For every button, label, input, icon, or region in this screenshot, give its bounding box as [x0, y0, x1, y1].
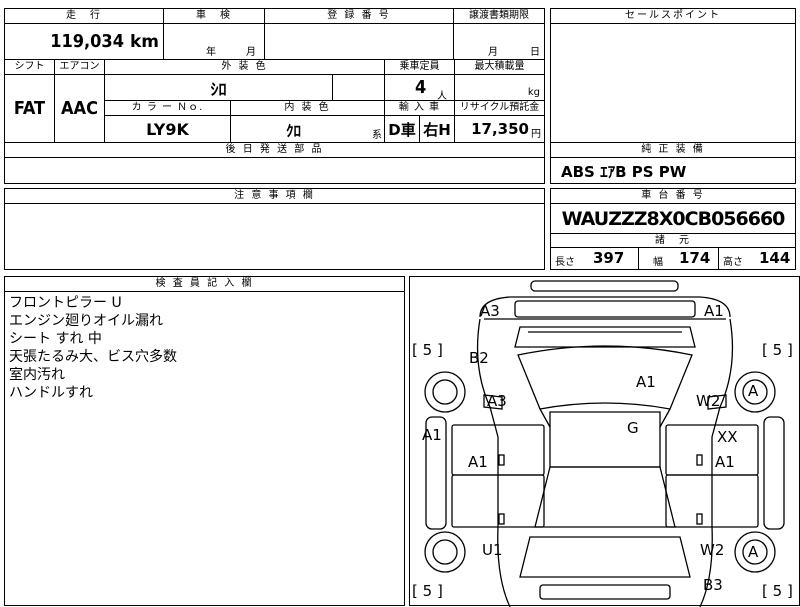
inspection-year: 年 [206, 47, 216, 58]
sales-point-box: セールスポイント [550, 8, 796, 143]
recycle-value: 17,350 [471, 120, 529, 138]
import-label: 輸 入 車 [385, 101, 455, 116]
tread-front-right: [ 5 ] [762, 341, 793, 359]
mark-a1-right-door: A1 [715, 453, 735, 471]
recycle-label: リサイクル預託金 [455, 101, 544, 116]
mark-a1-left-door: A1 [468, 453, 488, 471]
inspector-note: シート すれ 中 [9, 331, 102, 347]
registration-box: 登 録 番 号 [264, 8, 454, 60]
transfer-doc-label: 譲渡書類期限 [454, 9, 544, 24]
color-no-label: カ ラ ー Ｎｏ. [105, 101, 231, 116]
equipment-box: 純 正 装 備 ABS ｴｱB PS PW [550, 142, 796, 184]
mark-a3-left-fender: A3 [487, 392, 507, 410]
dims-label: 諸 元 [551, 234, 795, 248]
sales-point-label: セールスポイント [551, 9, 795, 24]
car-outline-svg [424, 280, 785, 607]
width-value: 174 [679, 249, 711, 267]
tread-rear-left: [ 5 ] [412, 582, 443, 600]
exterior-extra [333, 75, 385, 101]
caution-box: 注 意 事 項 欄 [4, 188, 545, 270]
interior-suffix: 系 [372, 130, 382, 141]
transfer-month: 月 [488, 47, 498, 58]
shift-value: FAT [13, 98, 46, 119]
capacity-label: 乗車定員 [385, 60, 455, 75]
inspector-note: 室内汚れ [9, 367, 65, 383]
mark-g-roof: G [627, 419, 639, 437]
interior-label: 内 装 色 [231, 101, 385, 116]
mark-b2: B2 [469, 349, 489, 367]
color-no-value: LY9K [146, 119, 189, 139]
mileage-unit: km [129, 31, 159, 52]
mileage-box: 走 行 119,034 km [4, 8, 164, 60]
equipment-value: ABS ｴｱB PS PW [561, 163, 687, 181]
inspector-note: エンジン廻りオイル漏れ [9, 313, 163, 329]
capacity-unit: 人 [437, 91, 447, 102]
transfer-day: 日 [530, 47, 540, 58]
mark-a1-left-side: A1 [422, 426, 442, 444]
mark-b3: B3 [703, 576, 723, 594]
transfer-doc-box: 譲渡書類期限 月 日 [453, 8, 545, 60]
mark-u1: U1 [482, 541, 503, 559]
mileage-value: 119,034 [50, 31, 124, 52]
chassis-label: 車 台 番 号 [551, 189, 795, 204]
later-parts-box: 後 日 発 送 部 品 [4, 142, 545, 184]
tire-front-right-mark: A [748, 382, 759, 400]
chassis-value: WAUZZZ8X0CB056660 [561, 207, 786, 230]
import-dealer: D車 [388, 120, 416, 139]
inspector-note: 天張たるみ大、ビス穴多数 [9, 349, 177, 365]
inspection-label: 車 検 [164, 9, 264, 24]
mark-w2-front: W2 [696, 392, 721, 410]
height-label: 高さ [723, 257, 743, 268]
inspector-label: 検 査 員 記 入 欄 [5, 277, 404, 292]
aircon-label: エアコン [55, 60, 105, 75]
mark-a1-windshield: A1 [636, 373, 656, 391]
chassis-box: 車 台 番 号 WAUZZZ8X0CB056660 諸 元 長さ 397 幅 1… [550, 188, 796, 270]
handle-side: 右H [423, 120, 451, 139]
vehicle-diagram: A3 A1 B2 A3 A1 W2 G A1 A1 XX A1 U1 W2 B3… [409, 276, 800, 607]
inspector-note: ハンドルすれ [9, 385, 93, 401]
maxload-unit: kg [527, 87, 540, 98]
mark-a3-front-left: A3 [480, 302, 500, 320]
recycle-unit: 円 [531, 128, 541, 140]
inspector-note: フロントピラー U [9, 295, 122, 311]
height-value: 144 [759, 249, 791, 267]
length-value: 397 [593, 249, 625, 267]
equipment-label: 純 正 装 備 [551, 143, 795, 158]
tread-front-left: [ 5 ] [412, 341, 443, 359]
exterior-value: ｼﾛ [210, 79, 227, 99]
width-label: 幅 [653, 257, 663, 268]
caution-label: 注 意 事 項 欄 [5, 189, 544, 204]
capacity-value: 4 [415, 77, 427, 98]
exterior-label: 外 装 色 [105, 60, 385, 75]
later-parts-label: 後 日 発 送 部 品 [5, 143, 544, 158]
inspector-box: 検 査 員 記 入 欄 フロントピラー U エンジン廻りオイル漏れ シート すれ… [4, 276, 405, 606]
mark-w2-rear: W2 [700, 541, 725, 559]
inspection-month: 月 [246, 47, 256, 58]
mark-a1-front-right: A1 [704, 302, 724, 320]
tread-rear-right: [ 5 ] [762, 582, 793, 600]
registration-label: 登 録 番 号 [265, 9, 453, 24]
inspection-box: 車 検 年 月 [163, 8, 265, 60]
interior-value: ｸﾛ [286, 122, 302, 140]
shift-label: シフト [5, 60, 55, 75]
length-label: 長さ [555, 257, 575, 268]
mileage-label: 走 行 [5, 9, 163, 24]
aircon-value: AAC [61, 98, 98, 119]
tire-rear-right-mark: A [748, 543, 759, 561]
mark-xx: XX [717, 428, 738, 446]
maxload-label: 最大積載量 [455, 60, 544, 75]
specs-box: シフト エアコン 外 装 色 乗車定員 最大積載量 FAT AAC ｼﾛ 4 人… [4, 59, 545, 143]
